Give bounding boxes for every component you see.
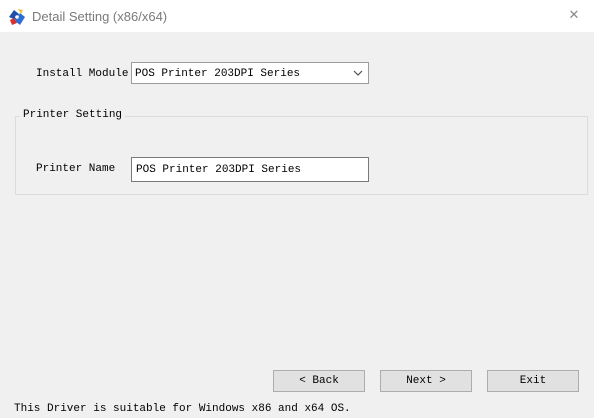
close-icon[interactable]: ✕ (569, 9, 580, 23)
driver-setup-icon (8, 8, 26, 26)
detail-setting-window: Detail Setting (x86/x64) ✕ Install Modul… (0, 0, 594, 418)
footer-note: This Driver is suitable for Windows x86 … (14, 403, 351, 415)
chevron-down-icon[interactable] (352, 68, 364, 78)
exit-button[interactable]: Exit (487, 370, 579, 392)
install-module-select[interactable]: POS Printer 203DPI Series (131, 62, 369, 84)
printer-name-value[interactable]: POS Printer 203DPI Series (136, 163, 301, 177)
install-module-selected-value[interactable]: POS Printer 203DPI Series (135, 67, 300, 81)
printer-setting-group (15, 116, 588, 195)
close-button[interactable]: ✕ (554, 0, 594, 32)
next-button[interactable]: Next > (380, 370, 472, 392)
printer-name-field[interactable]: POS Printer 203DPI Series (131, 157, 369, 182)
printer-name-label: Printer Name (36, 163, 116, 175)
back-button[interactable]: < Back (273, 370, 365, 392)
printer-setting-group-title: Printer Setting (20, 108, 126, 123)
title-bar: Detail Setting (x86/x64) ✕ (0, 0, 594, 32)
install-module-label: Install Module (36, 68, 129, 80)
window-title: Detail Setting (x86/x64) (32, 9, 168, 24)
